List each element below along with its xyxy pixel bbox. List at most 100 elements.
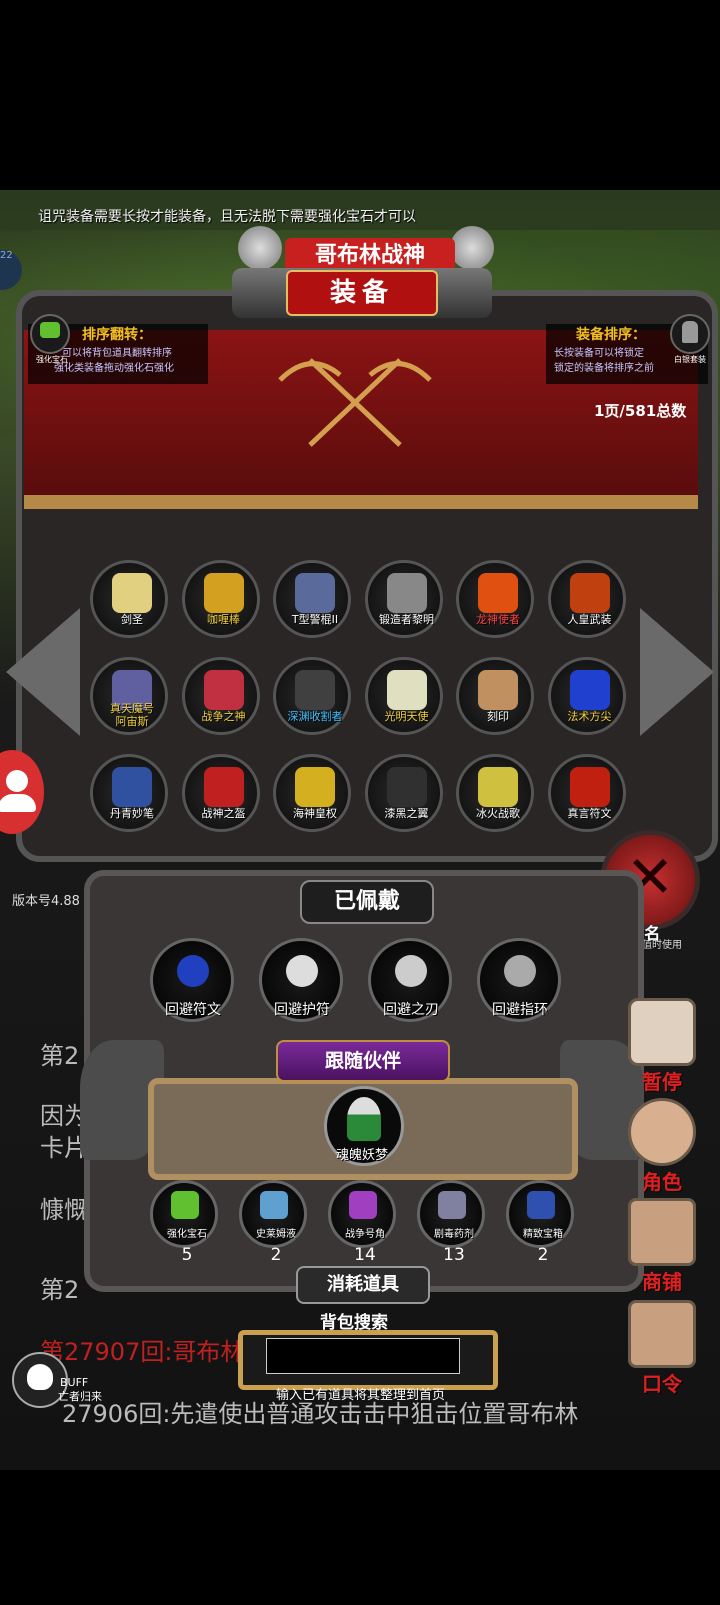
curse-notice: 诅咒装备需要长按才能装备，且无法脱下需要强化宝石才可以 <box>38 209 416 225</box>
consumable-slot[interactable]: 战争号角 14 <box>328 1180 396 1265</box>
game-title: 哥布林战神 <box>285 238 455 272</box>
skull-ornament-right <box>450 226 494 270</box>
next-page-arrow-icon[interactable] <box>640 608 714 736</box>
prev-page-arrow-icon[interactable] <box>6 608 80 736</box>
equipment-item-icon <box>112 767 152 807</box>
worn-item-label: 回避护符 <box>274 1002 330 1018</box>
consumable-item-label: 史莱姆液 <box>256 1229 296 1240</box>
enhance-gem-corner-label: 强化宝石 <box>36 355 68 364</box>
bag-search-input[interactable] <box>266 1338 460 1374</box>
equipment-item-label: 深渊收割者 <box>287 710 343 723</box>
equipment-item-icon <box>569 670 610 710</box>
log-fragment-3: 慷慨 <box>40 1196 88 1224</box>
skull-icon <box>27 1364 53 1390</box>
equipment-slot[interactable]: 锻造者黎明 <box>364 560 443 638</box>
equipment-item-label: 漆黑之翼 <box>384 807 429 820</box>
version-label: 版本号4.88 <box>12 894 80 909</box>
equipment-item-icon <box>295 767 335 807</box>
equipment-slot[interactable]: 真言符文 <box>547 754 626 832</box>
worn-slot[interactable]: 回避符文 <box>150 938 234 1022</box>
enhance-gem-corner[interactable]: 强化宝石 <box>30 314 70 364</box>
silver-set-corner-label: 白银套装 <box>674 355 706 364</box>
equipment-slot[interactable]: T型警棍II <box>273 560 351 638</box>
equipment-slot[interactable]: 人皇武装 <box>547 560 626 638</box>
worn-item-label: 回避之刃 <box>383 1002 439 1018</box>
code-button-label: 口令 <box>642 1372 682 1396</box>
equipment-slot[interactable]: 咖喱棒 <box>181 560 260 638</box>
equipment-slot[interactable]: 漆黑之翼 <box>364 754 443 832</box>
consumable-item-label: 强化宝石 <box>167 1229 207 1240</box>
consumable-item-count: 14 <box>354 1245 376 1265</box>
scroll-book-icon <box>628 1300 696 1368</box>
silver-set-corner[interactable]: 白银套装 <box>670 314 710 364</box>
equipment-item-label: 战争之神 <box>201 710 246 723</box>
game-view: 诅咒装备需要长按才能装备，且无法脱下需要强化宝石才可以 22 哥布林战神 装备 … <box>0 190 720 1470</box>
worn-slot[interactable]: 回避指环 <box>477 938 561 1022</box>
skull-ornament-left <box>238 226 282 270</box>
equipment-slot[interactable]: 战争之神 <box>181 657 260 735</box>
equipment-item-icon <box>203 670 244 710</box>
consumable-item-count: 2 <box>537 1245 549 1265</box>
edge-badge-text: 22 <box>0 250 13 261</box>
consumable-item-count: 2 <box>270 1245 282 1265</box>
companion-heading: 跟随伙伴 <box>276 1040 450 1082</box>
code-button[interactable]: 口令 <box>618 1300 706 1400</box>
equipment-slot[interactable]: 战神之盔 <box>181 754 260 832</box>
equipment-slot[interactable]: 真天魔号 阿宙斯 <box>90 657 168 735</box>
equipment-item-label: 龙神使者 <box>476 613 520 626</box>
equipment-item-label: 刻印 <box>487 710 509 723</box>
worn-heading: 已佩戴 <box>300 880 434 924</box>
worn-slot[interactable]: 回避之刃 <box>368 938 452 1022</box>
equipment-slot[interactable]: 冰火战歌 <box>456 754 534 832</box>
person-icon <box>6 770 28 792</box>
consumable-item-count: 5 <box>181 1245 193 1265</box>
equipment-item-icon <box>569 573 610 613</box>
log-fragment-1: 第2 <box>40 1042 80 1070</box>
consumable-slot[interactable]: 精致宝箱 2 <box>506 1180 574 1265</box>
equipment-item-icon <box>386 767 427 807</box>
character-button-label: 角色 <box>642 1170 682 1194</box>
equipment-item-label: 人皇武装 <box>567 613 612 626</box>
equipment-item-label: 海神皇权 <box>293 807 337 820</box>
worn-item-label: 回避符文 <box>165 1002 221 1018</box>
gem-icon <box>40 322 60 338</box>
shop-button[interactable]: 商铺 <box>618 1198 706 1298</box>
equipment-item-label: 真言符文 <box>567 807 612 820</box>
equipment-slot[interactable]: 深渊收割者 <box>273 657 351 735</box>
companion-portrait-icon <box>347 1097 381 1141</box>
equipment-slot[interactable]: 丹青妙笔 <box>90 754 168 832</box>
equipment-slot[interactable]: 光明天使 <box>364 657 443 735</box>
consumable-item-icon <box>171 1191 199 1219</box>
consumable-item-icon <box>349 1191 377 1219</box>
bag-search-hint: 输入已有道具将其整理到首页 <box>276 1388 446 1403</box>
consumable-slot[interactable]: 强化宝石 5 <box>150 1180 218 1265</box>
tab-equipment[interactable]: 装备 <box>286 270 438 316</box>
equipment-item-icon <box>386 670 427 710</box>
equipment-item-icon <box>295 670 335 710</box>
log-fragment-5: 第27907回:哥布林 <box>40 1338 245 1366</box>
dice-icon <box>628 998 696 1066</box>
equipment-slot[interactable]: 海神皇权 <box>273 754 351 832</box>
character-button[interactable]: 角色 <box>618 1098 706 1198</box>
consumable-slot[interactable]: 剧毒药剂 13 <box>417 1180 485 1265</box>
worn-slot[interactable]: 回避护符 <box>259 938 343 1022</box>
hooded-figure-icon <box>628 1098 696 1166</box>
equipment-slot[interactable]: 法术方尖 <box>547 657 626 735</box>
equipment-item-icon <box>203 767 244 807</box>
equipment-item-label: 锻造者黎明 <box>379 613 434 626</box>
equipment-item-icon <box>295 573 335 613</box>
equipment-slot[interactable]: 剑圣 <box>90 560 168 638</box>
consumable-slot[interactable]: 史莱姆液 2 <box>239 1180 307 1265</box>
person-icon-body <box>0 794 36 812</box>
equipment-item-label: 战神之盔 <box>201 807 246 820</box>
pause-button[interactable]: 暂停 <box>618 998 706 1098</box>
buff-effect-name: 亡者归来 <box>58 1390 102 1403</box>
consumables-heading: 消耗道具 <box>296 1266 430 1304</box>
consumable-item-icon <box>527 1191 555 1219</box>
equipment-item-label: 法术方尖 <box>567 710 612 723</box>
consumable-item-icon <box>260 1191 288 1219</box>
equipment-slot[interactable]: 龙神使者 <box>456 560 534 638</box>
equipment-item-icon <box>478 767 518 807</box>
worn-item-icon <box>177 955 209 987</box>
equipment-slot[interactable]: 刻印 <box>456 657 534 735</box>
